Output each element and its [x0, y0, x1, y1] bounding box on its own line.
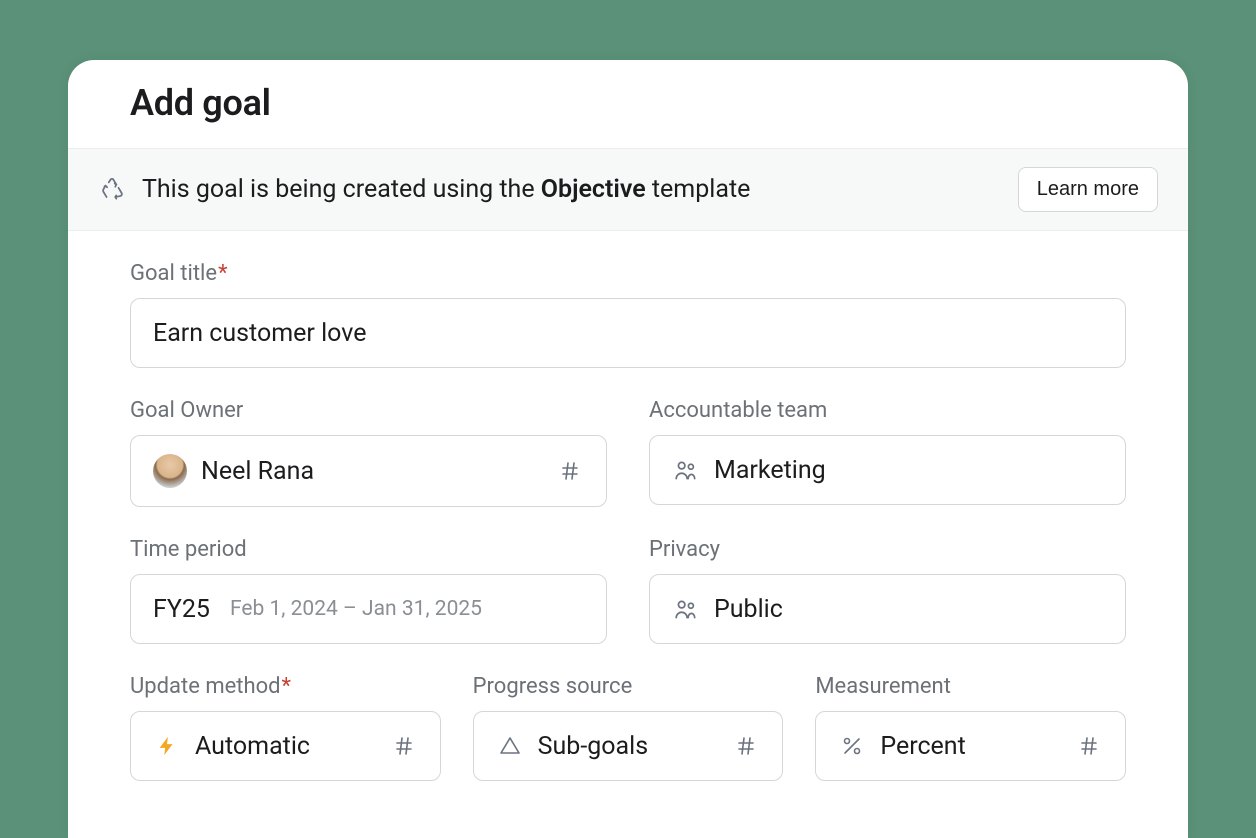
update-method-select[interactable]: Automatic [130, 711, 441, 781]
measurement-label: Measurement [815, 674, 1126, 699]
progress-source-select[interactable]: Sub-goals [473, 711, 784, 781]
update-method-label: Update method* [130, 674, 441, 699]
triangle-icon [496, 732, 524, 760]
modal-title: Add goal [130, 82, 1126, 124]
avatar [153, 454, 187, 488]
hash-icon [732, 732, 760, 760]
recycle-triangle-icon [98, 176, 126, 204]
hash-icon [390, 732, 418, 760]
hash-icon [1075, 732, 1103, 760]
measurement-select[interactable]: Percent [815, 711, 1126, 781]
modal-header: Add goal [68, 60, 1188, 148]
learn-more-button[interactable]: Learn more [1018, 167, 1158, 212]
banner-text: This goal is being created using the Obj… [142, 172, 1002, 207]
privacy-select[interactable]: Public [649, 574, 1126, 644]
goal-title-input[interactable]: Earn customer love [130, 298, 1126, 368]
time-period-select[interactable]: FY25 Feb 1, 2024 – Jan 31, 2025 [130, 574, 607, 644]
people-icon [672, 456, 700, 484]
accountable-team-label: Accountable team [649, 398, 1126, 423]
goal-owner-label: Goal Owner [130, 398, 607, 423]
add-goal-modal: Add goal This goal is being created usin… [68, 60, 1188, 838]
accountable-team-select[interactable]: Marketing [649, 435, 1126, 505]
percent-icon [838, 732, 866, 760]
goal-title-label: Goal title* [130, 261, 1126, 286]
hash-icon [556, 457, 584, 485]
time-period-label: Time period [130, 537, 607, 562]
goal-owner-select[interactable]: Neel Rana [130, 435, 607, 507]
people-icon [672, 595, 700, 623]
privacy-label: Privacy [649, 537, 1126, 562]
template-banner: This goal is being created using the Obj… [68, 148, 1188, 231]
bolt-icon [153, 732, 181, 760]
progress-source-label: Progress source [473, 674, 784, 699]
form-area: Goal title* Earn customer love Goal Owne… [68, 231, 1188, 811]
